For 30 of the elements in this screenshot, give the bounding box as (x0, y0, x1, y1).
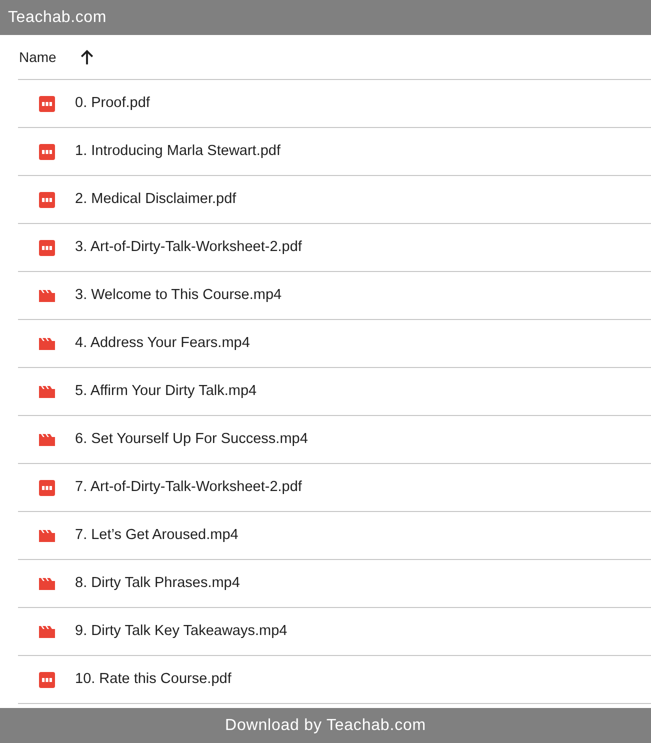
file-name[interactable]: 6. Set Yourself Up For Success.mp4 (75, 428, 308, 450)
file-tile-icon (39, 240, 55, 256)
file-name[interactable]: 9. Dirty Talk Key Takeaways.mp4 (75, 620, 288, 642)
sort-up-arrow-icon[interactable] (81, 50, 94, 64)
clapperboard-icon (39, 290, 55, 302)
file-name[interactable]: 10. Rate this Course.pdf (75, 668, 232, 690)
clapperboard-icon (39, 386, 55, 398)
file-tile-icon (39, 96, 55, 112)
clapperboard-icon (39, 578, 55, 590)
site-title: Teachab.com (8, 8, 106, 28)
file-name[interactable]: 1. Introducing Marla Stewart.pdf (75, 140, 281, 162)
column-header[interactable]: Name (19, 46, 56, 68)
clapperboard-icon (39, 338, 55, 350)
file-name[interactable]: 8. Dirty Talk Phrases.mp4 (75, 572, 240, 594)
clapperboard-icon (39, 530, 55, 542)
footer-text: Download by Teachab.com (224, 716, 426, 736)
file-name[interactable]: 7. Art-of-Dirty-Talk-Worksheet-2.pdf (75, 476, 302, 498)
clapperboard-icon (39, 434, 55, 446)
file-tile-icon (39, 192, 55, 208)
file-name[interactable]: 7. Let’s Get Aroused.mp4 (75, 524, 238, 546)
file-name[interactable]: 5. Affirm Your Dirty Talk.mp4 (75, 380, 257, 402)
clapperboard-icon (39, 626, 55, 638)
file-tile-icon (39, 672, 55, 688)
file-name[interactable]: 3. Welcome to This Course.mp4 (75, 284, 282, 306)
file-name[interactable]: 2. Medical Disclaimer.pdf (75, 188, 236, 210)
file-name[interactable]: 4. Address Your Fears.mp4 (75, 332, 250, 354)
file-tile-icon (39, 480, 55, 496)
file-name[interactable]: 3. Art-of-Dirty-Talk-Worksheet-2.pdf (75, 236, 302, 258)
file-tile-icon (39, 144, 55, 160)
file-name[interactable]: 0. Proof.pdf (75, 92, 150, 114)
